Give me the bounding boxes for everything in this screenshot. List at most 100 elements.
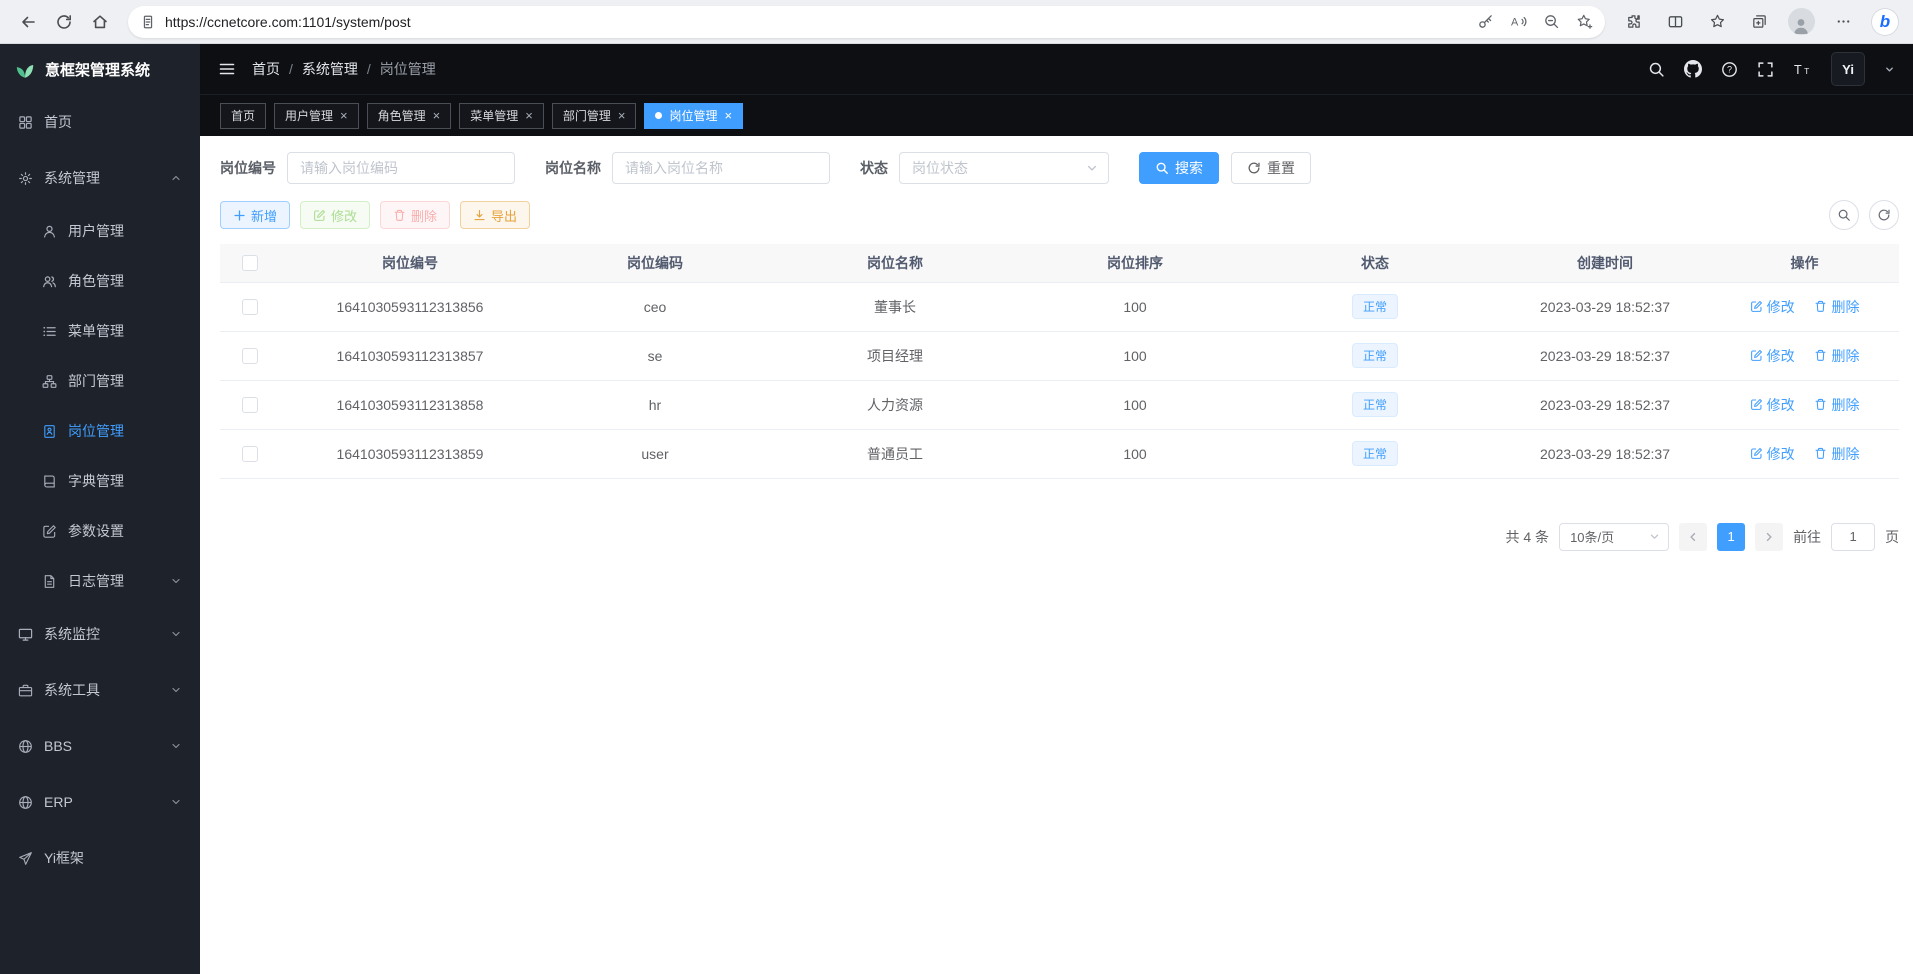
search-button[interactable]: 搜索 <box>1139 152 1219 184</box>
table-row[interactable]: 1641030593112313856 ceo 董事长 100 正常 2023-… <box>220 282 1899 331</box>
add-favorite-star-icon[interactable] <box>1576 13 1593 30</box>
sidebar-item-log-mgmt[interactable]: 日志管理 <box>0 556 200 606</box>
select-all-checkbox[interactable] <box>242 255 258 271</box>
sidebar-collapse-icon[interactable] <box>218 60 236 78</box>
row-edit-link[interactable]: 修改 <box>1750 297 1795 317</box>
sidebar-item-post-mgmt[interactable]: 岗位管理 <box>0 406 200 456</box>
reset-button[interactable]: 重置 <box>1231 152 1311 184</box>
breadcrumb-system[interactable]: 系统管理 <box>302 59 358 79</box>
close-icon[interactable]: × <box>433 109 441 122</box>
list-icon <box>42 324 57 339</box>
sidebar-item-role-mgmt[interactable]: 角色管理 <box>0 256 200 306</box>
tag-post-mgmt[interactable]: 岗位管理 × <box>644 103 743 129</box>
row-edit-link[interactable]: 修改 <box>1750 346 1795 366</box>
copilot-bing-icon[interactable]: b <box>1867 5 1903 39</box>
export-button[interactable]: 导出 <box>460 201 530 229</box>
chevron-down-icon <box>170 796 182 808</box>
sidebar-item-yi-framework[interactable]: Yi框架 <box>0 830 200 886</box>
sidebar-item-label: 角色管理 <box>68 271 124 291</box>
toggle-search-button[interactable] <box>1829 200 1859 230</box>
row-checkbox[interactable] <box>242 446 258 462</box>
zoom-out-icon[interactable] <box>1543 13 1560 30</box>
page-number-button[interactable]: 1 <box>1717 523 1745 551</box>
post-name-input[interactable] <box>612 152 830 184</box>
close-icon[interactable]: × <box>724 109 732 122</box>
status-select[interactable]: 岗位状态 <box>899 152 1109 184</box>
table-row[interactable]: 1641030593112313857 se 项目经理 100 正常 2023-… <box>220 331 1899 380</box>
sidebar-item-menu-mgmt[interactable]: 菜单管理 <box>0 306 200 356</box>
tag-menu-mgmt[interactable]: 菜单管理 × <box>459 103 544 129</box>
breadcrumb-home[interactable]: 首页 <box>252 59 280 79</box>
sidebar-item-label: 首页 <box>44 112 72 132</box>
row-edit-link[interactable]: 修改 <box>1750 395 1795 415</box>
sidebar-item-label: BBS <box>44 738 72 754</box>
cell-post-id: 1641030593112313857 <box>280 331 540 380</box>
close-icon[interactable]: × <box>340 109 348 122</box>
row-checkbox[interactable] <box>242 299 258 315</box>
gear-icon <box>18 171 33 186</box>
table-row[interactable]: 1641030593112313859 user 普通员工 100 正常 202… <box>220 429 1899 478</box>
row-delete-link[interactable]: 删除 <box>1814 444 1859 464</box>
sidebar-item-user-mgmt[interactable]: 用户管理 <box>0 206 200 256</box>
tag-dept-mgmt[interactable]: 部门管理 × <box>552 103 637 129</box>
tag-user-mgmt[interactable]: 用户管理 × <box>274 103 359 129</box>
sidebar-item-monitor[interactable]: 系统监控 <box>0 606 200 662</box>
sidebar-item-home[interactable]: 首页 <box>0 94 200 150</box>
edit-button[interactable]: 修改 <box>300 201 370 229</box>
table-row[interactable]: 1641030593112313858 hr 人力资源 100 正常 2023-… <box>220 380 1899 429</box>
goto-page-input[interactable] <box>1831 523 1875 551</box>
tag-role-mgmt[interactable]: 角色管理 × <box>367 103 452 129</box>
header-search-icon[interactable] <box>1648 61 1665 78</box>
row-edit-link[interactable]: 修改 <box>1750 444 1795 464</box>
address-bar[interactable]: https://ccnetcore.com:1101/system/post A <box>128 6 1605 38</box>
row-delete-link[interactable]: 删除 <box>1814 346 1859 366</box>
prev-page-button[interactable] <box>1679 523 1707 551</box>
font-size-icon[interactable]: TT <box>1793 61 1812 78</box>
sidebar-item-system[interactable]: 系统管理 <box>0 150 200 206</box>
post-code-label: 岗位编号 <box>220 158 276 178</box>
split-screen-icon[interactable] <box>1657 5 1693 39</box>
sidebar-item-bbs[interactable]: BBS <box>0 718 200 774</box>
read-aloud-icon[interactable]: A <box>1510 13 1527 30</box>
close-icon[interactable]: × <box>525 109 533 122</box>
app-logo[interactable]: 意框架管理系统 <box>0 44 200 94</box>
extensions-icon[interactable] <box>1615 5 1651 39</box>
fullscreen-icon[interactable] <box>1757 61 1774 78</box>
caret-down-icon[interactable] <box>1884 64 1895 75</box>
help-icon[interactable]: ? <box>1721 61 1738 78</box>
sidebar-item-dict-mgmt[interactable]: 字典管理 <box>0 456 200 506</box>
chevron-right-icon <box>1763 531 1775 543</box>
next-page-button[interactable] <box>1755 523 1783 551</box>
password-key-icon[interactable] <box>1477 13 1494 30</box>
delete-button[interactable]: 删除 <box>380 201 450 229</box>
status-select-placeholder: 岗位状态 <box>912 158 968 178</box>
close-icon[interactable]: × <box>618 109 626 122</box>
sidebar-item-dept-mgmt[interactable]: 部门管理 <box>0 356 200 406</box>
browser-home-button[interactable] <box>82 5 118 39</box>
github-icon[interactable] <box>1684 60 1702 78</box>
page-size-select[interactable]: 10条/页 <box>1559 523 1669 551</box>
sidebar-item-tools[interactable]: 系统工具 <box>0 662 200 718</box>
post-code-input[interactable] <box>287 152 515 184</box>
favorites-icon[interactable] <box>1699 5 1735 39</box>
browser-refresh-button[interactable] <box>46 5 82 39</box>
browser-menu-ellipsis-icon[interactable] <box>1825 5 1861 39</box>
site-info-icon[interactable] <box>140 14 156 30</box>
sidebar-menu: 首页 系统管理 用户管理 <box>0 94 200 886</box>
sidebar-item-erp[interactable]: ERP <box>0 774 200 830</box>
row-delete-link[interactable]: 删除 <box>1814 297 1859 317</box>
refresh-table-button[interactable] <box>1869 200 1899 230</box>
add-button[interactable]: 新增 <box>220 201 290 229</box>
tag-home[interactable]: 首页 <box>220 103 266 129</box>
sidebar-item-param-settings[interactable]: 参数设置 <box>0 506 200 556</box>
profile-avatar[interactable] <box>1783 5 1819 39</box>
row-delete-link[interactable]: 删除 <box>1814 395 1859 415</box>
tag-label: 岗位管理 <box>669 107 717 124</box>
browser-back-button[interactable] <box>10 5 46 39</box>
collections-icon[interactable] <box>1741 5 1777 39</box>
col-post-sort: 岗位排序 <box>1020 244 1250 282</box>
user-avatar[interactable]: Yi <box>1831 52 1865 86</box>
row-checkbox[interactable] <box>242 397 258 413</box>
edit-icon <box>1750 300 1763 313</box>
row-checkbox[interactable] <box>242 348 258 364</box>
